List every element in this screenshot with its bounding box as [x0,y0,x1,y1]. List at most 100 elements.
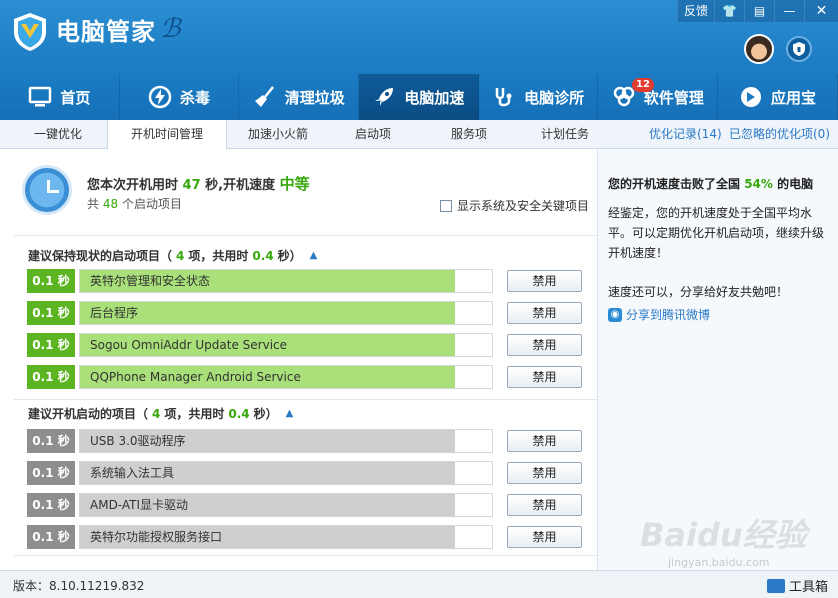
boot-summary: 您本次开机用时 47 秒,开机速度 中等 共 48 个启动项目 显示系统及安全关… [0,149,597,229]
lightning-icon [148,85,172,109]
disable-button[interactable]: 禁用 [507,302,582,324]
avatar[interactable] [744,34,774,64]
section-disable-title[interactable]: 建议开机启动的项目（ 4 项，共用时 0.4 秒） ▲ [28,405,293,422]
broom-icon [254,86,274,107]
startup-item-name: USB 3.0驱动程序 [90,434,186,448]
boot-time-bar: AMD-ATI显卡驱动 [79,493,493,517]
tab-boot-time[interactable]: 开机时间管理 [107,120,227,150]
collapse-chevron-icon[interactable]: ▲ [310,250,318,261]
boot-time-bar: QQPhone Manager Android Service [79,365,493,389]
nav-home[interactable]: 首页 [0,74,120,120]
monitor-icon [29,86,52,107]
disable-button[interactable]: 禁用 [507,366,582,388]
startup-item-row: 0.1 秒 QQPhone Manager Android Service 禁用 [27,365,583,389]
share-prompt: 速度还可以，分享给好友共勉吧！ [608,285,789,299]
nav-antivirus[interactable]: 杀毒 [120,74,240,120]
tab-speed-rocket[interactable]: 加速小火箭 [226,120,330,149]
boot-time-bar: 英特尔管理和安全状态 [79,269,493,293]
nav-label: 软件管理 [643,88,704,107]
startup-item-name: 后台程序 [90,306,139,320]
startup-item-row: 0.1 秒 系统输入法工具 禁用 [27,461,583,485]
startup-item-row: 0.1 秒 后台程序 禁用 [27,301,583,325]
tab-one-click-optimize[interactable]: 一键优化 [0,120,116,149]
boot-time-summary: 您本次开机用时 47 秒,开机速度 中等 [87,175,310,193]
nav-appstore[interactable]: 应用宝 [718,74,838,120]
ranking-description: 经鉴定，您的开机速度处于全国平均水平。可以定期优化开机启动项，继续升级开机速度！ [608,206,825,260]
feedback-button[interactable]: 反馈 [676,0,714,22]
boot-time-badge: 0.1 秒 [27,493,75,517]
startup-item-name: QQPhone Manager Android Service [90,370,301,384]
divider [14,399,597,400]
baidu-watermark-url: jingyan.baidu.com [668,556,770,569]
nav-label: 清理垃圾 [284,88,345,107]
window-controls: 反馈 👕 ▤ — ✕ [676,0,838,22]
section-keep-title[interactable]: 建议保持现状的启动项目（ 4 项，共用时 0.4 秒） ▲ [28,247,317,264]
divider [14,235,597,236]
disable-button[interactable]: 禁用 [507,270,582,292]
appstore-icon [740,87,761,107]
show-system-items-checkbox[interactable]: 显示系统及安全关键项目 [440,197,589,214]
boot-time-badge: 0.1 秒 [27,301,75,325]
collapse-chevron-icon[interactable]: ▲ [286,408,294,419]
boot-seconds: 47 [182,178,201,193]
checkbox-label: 显示系统及安全关键项目 [457,199,590,213]
disable-button[interactable]: 禁用 [507,462,582,484]
boot-time-badge: 0.1 秒 [27,333,75,357]
nav-cleanup[interactable]: 清理垃圾 [239,74,360,120]
main-nav: 首页 杀毒 清理垃圾 电脑加速 电脑诊所 软件管理 应用宝 [0,74,838,120]
rocket-icon [375,88,394,106]
tab-services[interactable]: 服务项 [416,120,522,149]
software-update-badge: 12 [632,78,654,92]
startup-item-name: 英特尔管理和安全状态 [90,274,211,288]
ranking-headline: 您的开机速度击败了全国 54% 的电脑 [608,177,814,191]
menu-icon[interactable]: ▤ [744,0,774,22]
clock-icon [22,165,72,215]
boot-speed-rating: 中等 [279,175,310,193]
startup-item-name: Sogou OmniAddr Update Service [90,338,288,352]
account-shield-icon[interactable] [786,36,812,62]
disable-button[interactable]: 禁用 [507,430,582,452]
boot-time-badge: 0.1 秒 [27,429,75,453]
disable-button[interactable]: 禁用 [507,526,582,548]
status-bar: 版本：8.10.11219.832 工具箱 [0,570,838,598]
nav-label: 杀毒 [180,88,211,107]
nav-clinic[interactable]: 电脑诊所 [479,74,599,120]
nav-label: 应用宝 [770,88,816,107]
title-bar: 电脑管家 ℬ 反馈 👕 ▤ — ✕ 首页 杀毒 清理垃圾 电脑加速 电脑诊所 软… [0,0,838,120]
minimize-icon[interactable]: — [774,0,804,22]
skin-icon[interactable]: 👕 [714,0,744,22]
nav-software[interactable]: 软件管理 [598,74,719,120]
beat-percent: 54% [744,177,773,191]
ignored-items-link[interactable]: 已忽略的优化项(0) [729,120,830,149]
version-label: 版本：8.10.11219.832 [13,579,145,593]
stethoscope-icon [495,88,512,107]
disable-button[interactable]: 禁用 [507,494,582,516]
startup-item-row: 0.1 秒 英特尔功能授权服务接口 禁用 [27,525,583,549]
tab-startup-items[interactable]: 启动项 [330,120,416,149]
tencent-weibo-icon: ◉ [608,307,622,322]
boot-time-badge: 0.1 秒 [27,365,75,389]
nav-speedup[interactable]: 电脑加速 [359,74,479,120]
close-icon[interactable]: ✕ [804,0,838,22]
boot-time-bar: 英特尔功能授权服务接口 [79,525,493,549]
startup-item-name: AMD-ATI显卡驱动 [90,498,189,512]
boot-time-badge: 0.1 秒 [27,461,75,485]
startup-item-row: 0.1 秒 英特尔管理和安全状态 禁用 [27,269,583,293]
title-swoosh-decoration: ℬ [160,14,181,44]
ranking-panel: 您的开机速度击败了全国 54% 的电脑 经鉴定，您的开机速度处于全国平均水平。可… [597,149,838,570]
startup-count: 48 [102,197,119,211]
boot-time-bar: 系统输入法工具 [79,461,493,485]
share-weibo-link[interactable]: ◉ 分享到腾讯微博 [608,306,710,323]
toolbox-button[interactable]: 工具箱 [766,576,828,595]
app-title: 电脑管家 [56,18,156,46]
disable-button[interactable]: 禁用 [507,334,582,356]
nav-label: 电脑加速 [404,88,465,107]
startup-count-summary: 共 48 个启动项目 [87,197,182,211]
startup-item-name: 系统输入法工具 [90,466,175,480]
boot-time-panel: 您本次开机用时 47 秒,开机速度 中等 共 48 个启动项目 显示系统及安全关… [0,149,597,570]
checkbox-box[interactable] [440,199,452,212]
startup-item-name: 英特尔功能授权服务接口 [90,530,223,544]
divider [14,555,597,556]
tab-scheduled-tasks[interactable]: 计划任务 [522,120,608,149]
optimize-history-link[interactable]: 优化记录(14) [649,120,722,149]
